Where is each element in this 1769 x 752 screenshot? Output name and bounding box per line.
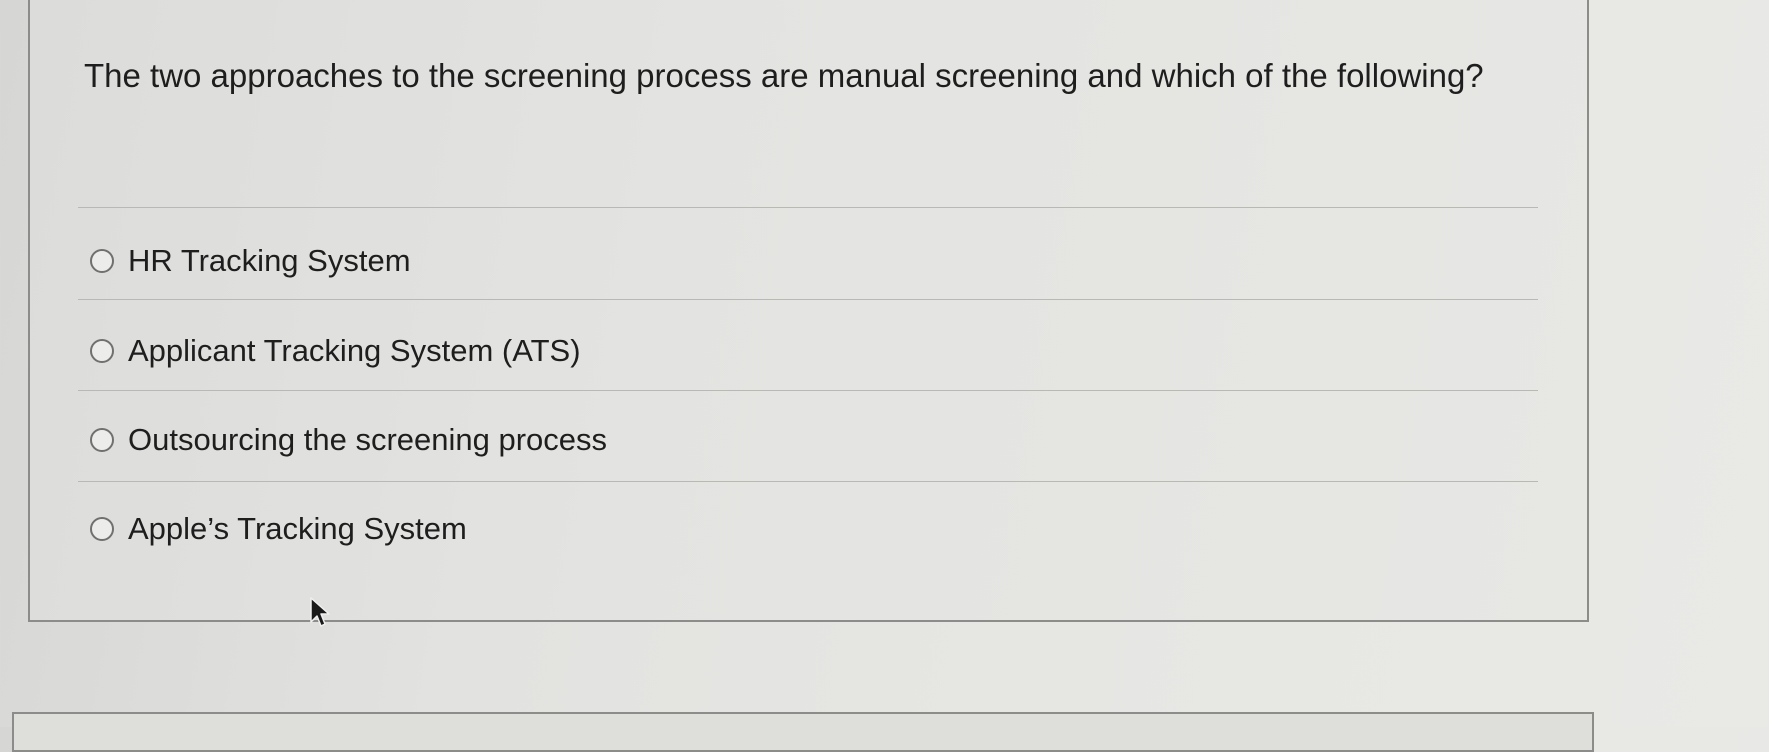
question-card: The two approaches to the screening proc… <box>28 0 1589 622</box>
next-question-card <box>12 712 1594 752</box>
divider <box>78 481 1538 482</box>
divider <box>78 390 1538 391</box>
question-text: The two approaches to the screening proc… <box>84 57 1484 94</box>
answer-option-3[interactable]: Outsourcing the screening process <box>90 418 607 462</box>
divider <box>78 299 1538 300</box>
radio-button-unchecked-icon[interactable] <box>90 428 114 452</box>
answer-option-1[interactable]: HR Tracking System <box>90 239 411 283</box>
divider <box>78 207 1538 208</box>
answer-option-2[interactable]: Applicant Tracking System (ATS) <box>90 329 581 373</box>
answer-option-4[interactable]: Apple’s Tracking System <box>90 507 467 551</box>
answer-option-label: Outsourcing the screening process <box>128 422 608 457</box>
radio-button-unchecked-icon[interactable] <box>90 339 114 363</box>
answer-option-label: Applicant Tracking System (ATS) <box>128 333 581 368</box>
answer-option-label: Apple’s Tracking System <box>128 511 467 546</box>
radio-button-unchecked-icon[interactable] <box>90 249 114 273</box>
answer-option-label: HR Tracking System <box>128 243 411 278</box>
radio-button-unchecked-icon[interactable] <box>90 517 114 541</box>
